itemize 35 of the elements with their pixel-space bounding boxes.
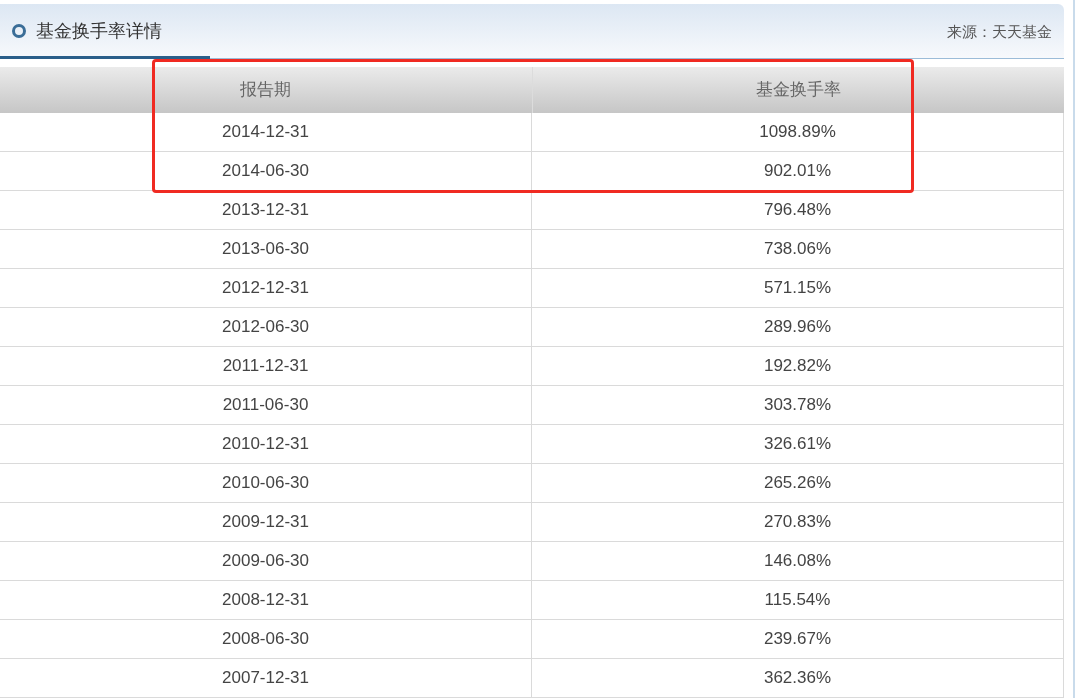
table-cell: 571.15% [531,269,1063,307]
table-cell: 265.26% [531,464,1063,502]
table-cell-text: 2013-12-31 [221,199,310,222]
table-cell: 146.08% [531,542,1063,580]
table-cell: 796.48% [531,191,1063,229]
table-cell-text: 2014-12-31 [221,121,310,144]
table-cell: 902.01% [531,152,1063,190]
table-cell-text: 2011-06-30 [221,394,310,417]
panel-title: 基金换手率详情 [36,19,162,43]
table-cell-text: 2013-06-30 [221,238,310,261]
table-cell: 1098.89% [531,113,1063,151]
table-cell-text: 2009-12-31 [221,511,310,534]
table-cell-text: 2007-12-31 [221,667,310,690]
table-cell-text: 2008-12-31 [221,589,310,612]
column-header: 报告期 [239,78,293,102]
table-cell: 289.96% [531,308,1063,346]
table-cell-text: 2008-06-30 [221,628,310,651]
table-cell: 303.78% [531,386,1063,424]
table-cell-text: 2012-06-30 [221,316,310,339]
table-cell: 270.83% [531,503,1063,541]
title-tab[interactable]: 基金换手率详情 [0,5,210,59]
table-cell-text: 2011-12-31 [221,355,310,378]
source-label: 来源：天天基金 [947,21,1052,43]
table-cell: 362.36% [531,659,1063,697]
table-cell: 115.54% [531,581,1063,619]
table-cell-text: 2014-06-30 [221,160,310,183]
table-cell: 738.06% [531,230,1063,268]
column-header: 基金换手率 [531,67,1064,113]
table-cell-text: 2009-06-30 [221,550,310,573]
table-cell: 192.82% [531,347,1063,385]
table-cell: 326.61% [531,425,1063,463]
table-cell-text: 2010-06-30 [221,472,310,495]
table-cell-text: 2012-12-31 [221,277,310,300]
table-cell: 239.67% [531,620,1063,658]
table-cell-text: 2010-12-31 [221,433,310,456]
